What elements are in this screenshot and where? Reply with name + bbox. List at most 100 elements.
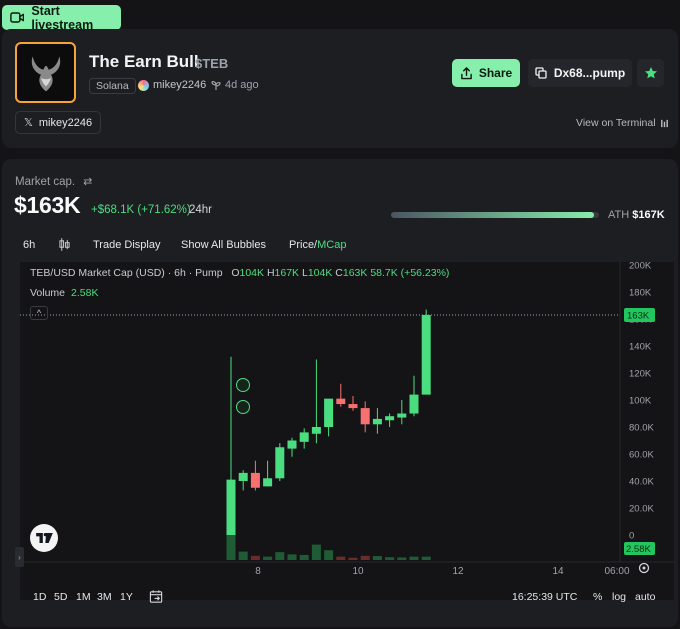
copy-contract-button[interactable]: Dx68...pump [528,59,632,87]
contract-address: Dx68...pump [553,66,626,80]
y-tick-label: 120K [629,369,652,380]
terminal-logo-icon [660,119,668,127]
candle-body [360,408,370,425]
candle-body [385,416,395,421]
candle-body [421,314,431,395]
token-name: The Earn Bull [89,52,199,71]
x-tick-label: 06:00 [604,566,629,577]
current-volume-label: 2.58K [626,544,651,555]
chart-bottom-bar: 1D 5D 1M 3M 1Y 16:25:39 UTC % log auto [2,587,678,609]
ath-progress-fill [391,212,594,218]
interval-selector[interactable]: 6h [23,239,35,251]
volume-label: Volume [30,287,66,299]
chart-clock: 16:25:39 UTC [512,591,578,603]
volume-bar [250,555,260,560]
trade-display-button[interactable]: Trade Display [93,239,160,251]
candle-body [299,432,309,442]
show-all-bubbles-button[interactable]: Show All Bubbles [181,239,266,251]
y-tick-label: 100K [629,396,652,407]
range-1y[interactable]: 1Y [120,591,133,603]
x-tick-label: 12 [452,566,464,577]
token-age-label: 4d ago [225,79,259,91]
open-value: 104K [239,267,265,279]
swap-icon[interactable]: ⇄ [83,175,92,188]
price-mcap-toggle[interactable]: Price/MCap [289,239,346,251]
volume-bar [311,544,321,560]
y-tick-label: 140K [629,342,652,353]
y-tick-label: 80.0K [629,423,654,434]
bull-logo-icon [31,55,60,91]
change-value: 58.7K (+56.23%) [370,267,450,279]
volume-bar [324,550,334,560]
candle-body [397,413,407,418]
price-chart[interactable]: 200K180K160K140K120K100K80.0K60.0K40.0K2… [15,262,674,600]
ath-value: $167K [632,209,665,221]
twitter-handle: mikey2246 [38,116,93,129]
start-livestream-button[interactable]: Start livestream [2,3,121,32]
high-value: 167K [274,267,300,279]
volume-legend: Volume 2.58K [30,287,98,299]
x-logo-icon: 𝕏 [24,117,33,129]
volume-bar [409,556,419,560]
video-camera-icon [10,12,25,23]
market-cap-value: $163K [14,192,81,218]
favorite-button[interactable] [637,59,664,87]
creator-link[interactable]: mikey2246 [138,79,206,91]
chevron-up-icon: ^ [36,308,42,318]
range-3m[interactable]: 3M [97,591,112,603]
volume-bar [336,556,346,560]
market-cap-change: +$68.1K (+71.62%) [91,204,191,216]
range-5d[interactable]: 5D [54,591,67,603]
log-scale-toggle[interactable]: log [612,591,626,603]
range-1m[interactable]: 1M [76,591,91,603]
candle-body [409,394,419,414]
y-tick-label: 40.0K [629,477,654,488]
volume-bar [263,556,273,560]
close-value: 163K [342,267,368,279]
volume-bar [238,551,248,560]
candle-body [348,404,358,409]
seedling-icon [211,81,221,90]
share-icon [460,66,472,79]
candle-type-icon[interactable] [59,238,70,254]
date-range-icon[interactable] [149,589,164,604]
percent-scale-toggle[interactable]: % [593,591,602,603]
candle-body [275,447,285,479]
x-tick-label: 8 [255,566,261,577]
start-livestream-label: Start livestream [31,3,94,32]
chart-title: TEB/USD Market Cap (USD) · 6h · Pump [30,267,223,279]
collapse-legend-button[interactable]: ^ [30,306,48,320]
close-label: C [335,267,343,279]
x-tick-label: 14 [552,566,564,577]
range-1d[interactable]: 1D [33,591,46,603]
x-tick-label: 10 [352,566,364,577]
auto-scale-toggle[interactable]: auto [635,591,655,603]
volume-bar [226,532,236,560]
candle-body [250,472,260,488]
ath-label-text: ATH [608,209,630,221]
star-icon [644,67,657,79]
trade-bubble [236,378,250,392]
view-on-terminal-link[interactable]: View on Terminal [576,117,669,129]
market-cap-label: Market cap. [15,175,76,188]
volume-bar [360,555,370,560]
volume-bar [348,557,358,560]
tradingview-logo[interactable] [30,524,58,552]
twitter-link[interactable]: 𝕏 mikey2246 [15,111,102,134]
price-toggle-label: Price/ [289,239,318,251]
candle-body [336,398,346,405]
creator-name: mikey2246 [153,79,207,91]
chevron-right-icon: › [18,552,21,562]
share-button[interactable]: Share [452,59,520,87]
chain-badge: Solana [89,78,136,94]
volume-bar [287,554,297,560]
ath-label: ATH $167K [608,209,665,221]
candle-body [324,398,334,427]
share-label: Share [478,66,513,80]
candlestick-chart[interactable]: 200K180K160K140K120K100K80.0K60.0K40.0K2… [20,262,674,600]
volume-bar [275,552,285,560]
token-avatar [15,42,76,103]
expand-sidebar-button[interactable]: › [15,547,24,567]
terminal-label: View on Terminal [576,117,656,129]
copy-icon [535,67,547,79]
